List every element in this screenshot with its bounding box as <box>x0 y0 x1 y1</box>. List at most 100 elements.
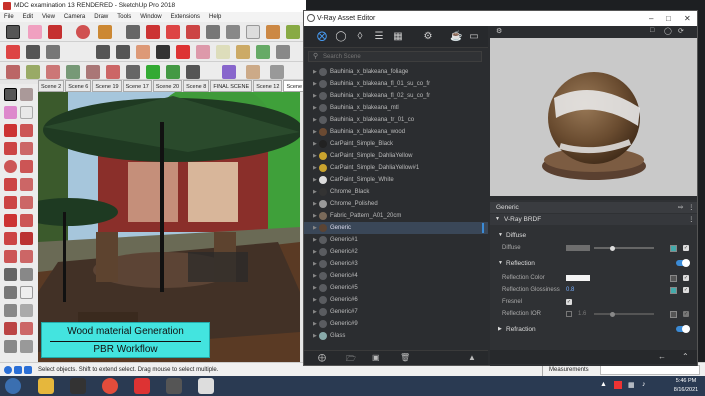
expand-arrow-icon[interactable]: ▶ <box>313 294 317 306</box>
refraction-toggle[interactable] <box>676 325 690 333</box>
expand-arrow-icon[interactable]: ▶ <box>313 210 317 222</box>
list-item[interactable]: ▶ Chrome_Black <box>304 186 488 198</box>
list-item[interactable]: ▶ Chrome_Polished <box>304 198 488 210</box>
line-tool-icon[interactable] <box>4 124 17 137</box>
delete-icon[interactable]: 🗑 <box>400 353 410 362</box>
paint-tool-icon[interactable] <box>20 106 33 119</box>
3d-text-icon[interactable] <box>20 304 33 317</box>
polygon-tool-icon[interactable] <box>20 160 33 173</box>
orbit-icon[interactable] <box>286 25 300 39</box>
style-mono-icon[interactable] <box>106 65 120 79</box>
expand-arrow-icon[interactable]: ▶ <box>313 270 317 282</box>
expand-arrow-icon[interactable]: ▶ <box>313 162 317 174</box>
chrome-icon[interactable] <box>102 378 118 394</box>
add-asset-icon[interactable]: ⨁ <box>318 353 326 362</box>
expand-arrow-icon[interactable]: ▶ <box>313 174 317 186</box>
ior-checkbox[interactable]: ✓ <box>683 311 689 317</box>
reflection-texture-icon[interactable] <box>670 275 677 282</box>
two-point-arc-icon[interactable] <box>20 178 33 191</box>
list-item[interactable]: ▶ Generic#7 <box>304 306 488 318</box>
list-item[interactable]: ▶ Bauhinia_x_blakeana_fl_01_su_co_fr <box>304 78 488 90</box>
diffuse-texture-icon[interactable] <box>670 245 677 252</box>
frame-buffer-icon[interactable] <box>46 45 60 59</box>
expand-arrow-icon[interactable]: ▶ <box>313 78 317 90</box>
tree-icon[interactable] <box>166 65 180 79</box>
list-item[interactable]: ▶ Fabric_Pattern_A01_20cm <box>304 210 488 222</box>
list-item[interactable]: ▶ Generic#4 <box>304 270 488 282</box>
render-elements-icon[interactable]: ▦ <box>392 31 404 43</box>
rotated-rect-icon[interactable] <box>20 142 33 155</box>
rotate-icon[interactable] <box>166 25 180 39</box>
back-arrow-icon[interactable]: ← <box>658 352 666 361</box>
text-icon[interactable] <box>246 25 260 39</box>
tab-scene-2[interactable]: Scene 2 <box>38 80 65 92</box>
reflection-section[interactable]: ▼ Reflection <box>490 258 697 269</box>
style-textured-icon[interactable] <box>86 65 100 79</box>
expand-arrow-icon[interactable]: ▶ <box>313 306 317 318</box>
reflection-color-swatch[interactable] <box>566 275 590 281</box>
expand-arrow-icon[interactable]: ▶ <box>313 282 317 294</box>
list-item-selected[interactable]: ▶ Generic <box>304 222 488 234</box>
style-hidden-icon[interactable] <box>46 65 60 79</box>
geo-location-icon[interactable] <box>146 65 160 79</box>
shadows-icon[interactable] <box>196 45 210 59</box>
list-item[interactable]: ▶ Generic#6 <box>304 294 488 306</box>
list-item[interactable]: ▶ Bauhinia_x_blakeana_foliage <box>304 66 488 78</box>
tape-tool-icon[interactable] <box>4 268 17 281</box>
tape-measure-icon[interactable] <box>226 25 240 39</box>
expand-arrow-icon[interactable]: ▶ <box>313 90 317 102</box>
axes-icon[interactable] <box>4 304 17 317</box>
reflection-toggle[interactable] <box>676 259 690 267</box>
expand-arrow-icon[interactable]: ▶ <box>313 150 317 162</box>
diffuse-color-swatch[interactable] <box>566 245 590 251</box>
style-shaded-icon[interactable] <box>66 65 80 79</box>
ior-slider-knob[interactable] <box>610 311 615 317</box>
tray-up-arrow-icon[interactable]: ▲ <box>600 381 607 388</box>
menu-dots-icon[interactable]: ⋮ <box>688 202 695 213</box>
rect-tool-icon[interactable] <box>4 142 17 155</box>
expand-arrow-icon[interactable]: ▶ <box>313 66 317 78</box>
list-item[interactable]: ▶ Glass <box>304 330 488 342</box>
circle-tool-icon[interactable] <box>4 160 17 173</box>
expand-arrow-icon[interactable]: ▶ <box>313 222 317 234</box>
tab-scene-20[interactable]: Scene 20 <box>152 80 183 92</box>
list-item[interactable]: ▶ Generic#1 <box>304 234 488 246</box>
components-icon[interactable] <box>256 45 270 59</box>
diffuse-slider[interactable] <box>594 247 654 249</box>
tab-scene-6[interactable]: Scene 6 <box>65 80 92 92</box>
layer-header[interactable]: ▼ V-Ray BRDF ⋮ <box>490 214 697 225</box>
offset-tool-icon[interactable] <box>20 250 33 263</box>
pie-icon[interactable] <box>20 196 33 209</box>
purge-icon[interactable]: ▲ <box>468 353 476 362</box>
push-pull-icon[interactable] <box>126 25 140 39</box>
measurements-input[interactable] <box>600 365 700 375</box>
sandbox-icon[interactable] <box>236 45 250 59</box>
make-component-icon[interactable] <box>20 88 33 101</box>
diffuse-checkbox[interactable]: ✓ <box>683 245 689 251</box>
preview-square-icon[interactable]: □ <box>650 27 654 34</box>
preview-sphere-icon[interactable]: ◯ <box>664 27 672 35</box>
text-tool-icon[interactable] <box>20 286 33 299</box>
style-wireframe-icon[interactable] <box>26 65 40 79</box>
tab-scene-current[interactable]: Scene <box>283 80 306 92</box>
expand-arrow-icon[interactable]: ▶ <box>313 330 317 342</box>
sketchup-taskbar-icon[interactable] <box>134 378 150 394</box>
list-item[interactable]: ▶ Generic#3 <box>304 258 488 270</box>
scale-tool-icon[interactable] <box>4 250 17 263</box>
preview-refresh-icon[interactable]: ⟳ <box>678 27 684 35</box>
reflection-ior-value[interactable]: 1.6 <box>578 308 586 320</box>
ior-slider[interactable] <box>594 313 654 315</box>
view-top-icon[interactable] <box>116 45 130 59</box>
eraser-tool-icon[interactable] <box>4 106 17 119</box>
list-item[interactable]: ▶ CarPaint_Simple_DahliaYellow <box>304 150 488 162</box>
minimize-icon[interactable]: – <box>649 11 653 26</box>
expand-arrow-icon[interactable]: ▶ <box>313 114 317 126</box>
start-button-icon[interactable] <box>5 378 21 394</box>
list-item[interactable]: ▶ Bauhinia_x_blakeana_mtl <box>304 102 488 114</box>
tab-final-scene[interactable]: FINAL SCENE <box>210 80 253 92</box>
list-item[interactable]: ▶ Generic#9 <box>304 318 488 330</box>
tab-scene-17[interactable]: Scene 17 <box>122 80 152 92</box>
file-explorer-icon[interactable] <box>38 378 54 394</box>
list-item[interactable]: ▶ Bauhinia_x_blakeana_wood <box>304 126 488 138</box>
view-right-icon[interactable] <box>156 45 170 59</box>
